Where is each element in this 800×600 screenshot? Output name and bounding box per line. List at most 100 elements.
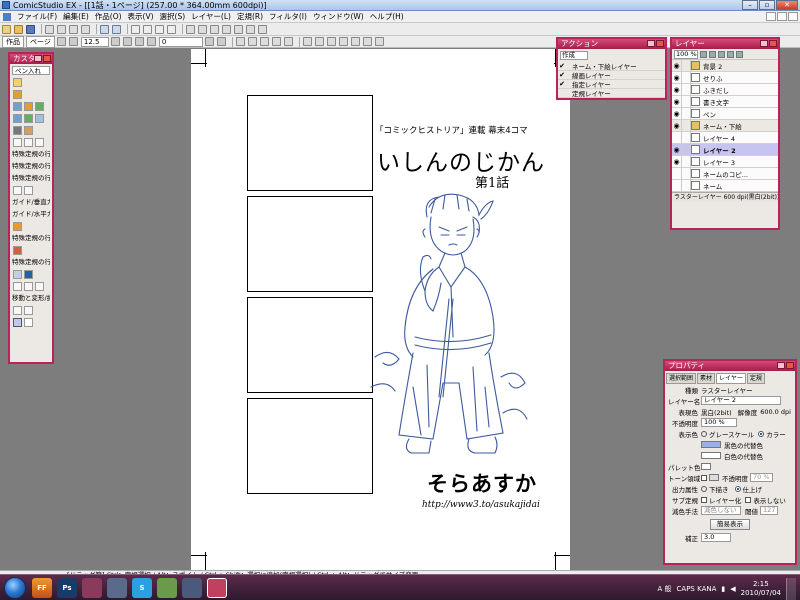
- check-icon[interactable]: [558, 89, 566, 97]
- eye-icon[interactable]: ◉: [672, 95, 682, 108]
- flip-h-icon[interactable]: [204, 37, 214, 46]
- layer-row[interactable]: レイヤー 4: [672, 131, 778, 144]
- layer-row[interactable]: ◉ せりふ: [672, 71, 778, 84]
- zoom-out-icon[interactable]: [56, 37, 66, 46]
- action-row[interactable]: 定規レイヤー: [558, 89, 665, 98]
- ruler-tool-label[interactable]: 特殊定規の行IN: [12, 234, 50, 243]
- color-swatch-icon[interactable]: [13, 318, 22, 327]
- ruler-tool-label[interactable]: 特殊定規の行IN: [12, 174, 50, 183]
- layer-row[interactable]: ◉ ネーム・下絵: [672, 119, 778, 132]
- angle-field[interactable]: 0: [158, 36, 203, 47]
- zoom-field[interactable]: 12.5: [80, 36, 109, 47]
- school-pen-icon[interactable]: [24, 102, 33, 111]
- eye-icon[interactable]: [672, 167, 682, 180]
- new-folder-icon[interactable]: [709, 50, 716, 58]
- rotate-right-icon[interactable]: [146, 37, 156, 46]
- view-guide-icon[interactable]: [326, 37, 336, 46]
- maximize-button[interactable]: ▫: [759, 0, 775, 10]
- layer-row[interactable]: ◉ ペン: [672, 107, 778, 120]
- tone-opacity-field[interactable]: 70 %: [750, 473, 773, 482]
- pencil-icon[interactable]: [35, 114, 44, 123]
- eraser-icon[interactable]: [13, 270, 22, 279]
- flip-v-icon[interactable]: [216, 37, 226, 46]
- tab-page[interactable]: ページ: [26, 35, 55, 48]
- tone-area-checkbox[interactable]: [701, 474, 707, 481]
- kabura-pen-icon[interactable]: [35, 102, 44, 111]
- snap-icon[interactable]: [235, 37, 245, 46]
- actual-size-icon[interactable]: [122, 37, 132, 46]
- simple-view-button[interactable]: 簡易表示: [710, 519, 750, 530]
- new-layer-icon[interactable]: [700, 50, 707, 58]
- view-transparency-icon[interactable]: [362, 37, 372, 46]
- color-radio[interactable]: [758, 430, 765, 437]
- minimize-button[interactable]: –: [742, 0, 758, 10]
- layerize-checkbox[interactable]: [701, 496, 707, 503]
- copy-icon[interactable]: [69, 24, 78, 34]
- new-icon[interactable]: [2, 24, 11, 34]
- delete-layer-icon[interactable]: [736, 50, 743, 58]
- save-icon[interactable]: [26, 24, 35, 34]
- vertical-guide-label[interactable]: ガイド/垂直ガイ: [12, 198, 50, 207]
- ruler-tool-label[interactable]: 特殊定規の行IN: [12, 150, 50, 159]
- eye-icon[interactable]: [672, 179, 682, 192]
- menu-work[interactable]: 作品(O): [92, 11, 125, 23]
- tab-layer[interactable]: レイヤー: [716, 373, 746, 384]
- tool-set-dropdown[interactable]: ペン入れ: [12, 66, 50, 75]
- brush-icon[interactable]: [24, 114, 33, 123]
- layer-row[interactable]: ◉ 背景 2: [672, 59, 778, 72]
- paste-icon[interactable]: [81, 24, 90, 34]
- start-button[interactable]: [4, 577, 26, 599]
- check-icon[interactable]: ✔: [558, 62, 566, 70]
- palette-color-swatch[interactable]: [701, 463, 711, 470]
- ruler-tool-label[interactable]: 特殊定規の行IN: [12, 258, 50, 267]
- network-icon[interactable]: ▮: [721, 585, 725, 593]
- eye-icon[interactable]: ◉: [672, 107, 682, 120]
- deselect-icon[interactable]: [143, 24, 152, 34]
- print-icon[interactable]: [45, 24, 54, 34]
- palette-minimize-button[interactable]: [34, 55, 42, 62]
- doc-minimize-button[interactable]: [766, 12, 776, 21]
- draft-radio[interactable]: [701, 485, 707, 492]
- special-ruler-icon[interactable]: [13, 222, 22, 231]
- layer-row[interactable]: ◉ レイヤー 2: [672, 143, 778, 156]
- line-icon[interactable]: [13, 138, 22, 147]
- grayscale-radio[interactable]: [701, 430, 707, 437]
- skype-icon[interactable]: S: [132, 578, 152, 598]
- zoom-in-icon[interactable]: [68, 37, 78, 46]
- invert-icon[interactable]: [155, 24, 164, 34]
- layer-row[interactable]: ◉ 書き文字: [672, 95, 778, 108]
- comic-panel-1[interactable]: [247, 95, 373, 191]
- layer-zoom-dropdown[interactable]: 100 %: [674, 49, 698, 59]
- app-icon[interactable]: [157, 578, 177, 598]
- layer-row[interactable]: ネームのコピ...: [672, 167, 778, 180]
- eye-icon[interactable]: [672, 131, 682, 144]
- snap-guide-icon[interactable]: [271, 37, 281, 46]
- rotate-icon[interactable]: [24, 306, 33, 315]
- snap-frame-icon[interactable]: [283, 37, 293, 46]
- palette-minimize-button[interactable]: [777, 362, 785, 369]
- menu-view[interactable]: 表示(V): [125, 11, 157, 23]
- clock[interactable]: 2:15 2010/07/04: [741, 580, 781, 598]
- check-icon[interactable]: ✔: [558, 71, 566, 79]
- snap-ruler-icon[interactable]: [259, 37, 269, 46]
- tone-color-swatch[interactable]: [709, 474, 719, 481]
- ime-indicator[interactable]: A 般: [658, 584, 672, 594]
- threshold-field[interactable]: 127: [760, 506, 779, 515]
- view-bleed-icon[interactable]: [338, 37, 348, 46]
- comicstudio-task-icon[interactable]: [207, 578, 227, 598]
- curve-icon[interactable]: [35, 138, 44, 147]
- ruler-icon[interactable]: [13, 186, 22, 195]
- palette-minimize-button[interactable]: [647, 40, 655, 47]
- doc-restore-button[interactable]: [777, 12, 787, 21]
- redo-icon[interactable]: [112, 24, 121, 34]
- move-icon[interactable]: [35, 282, 44, 291]
- maru-pen-icon[interactable]: [13, 102, 22, 111]
- menu-select[interactable]: 選択(S): [157, 11, 189, 23]
- app-icon[interactable]: [107, 578, 127, 598]
- tab-ruler[interactable]: 定規: [746, 373, 765, 384]
- doc-close-button[interactable]: [788, 12, 798, 21]
- photoshop-icon[interactable]: Ps: [57, 578, 77, 598]
- lasso-icon[interactable]: [24, 282, 33, 291]
- move-transform-label[interactable]: 移動と変形/拡: [12, 294, 50, 303]
- comic-panel-3[interactable]: [247, 297, 373, 393]
